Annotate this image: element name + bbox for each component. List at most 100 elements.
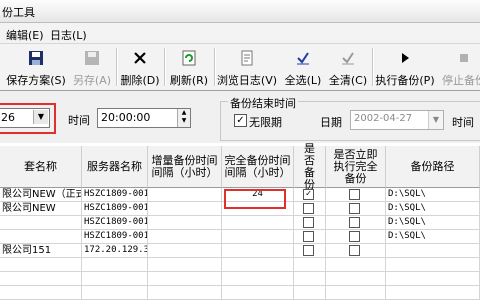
cell-backup[interactable] xyxy=(294,286,326,300)
backup-checkbox[interactable] xyxy=(303,245,314,256)
stop-backup-icon xyxy=(460,54,468,62)
cell-inc[interactable] xyxy=(148,286,222,300)
cell-text-path: D:\SQL\ xyxy=(388,203,426,213)
cell-immediate[interactable] xyxy=(326,202,386,216)
run-backup-label: 执行备份(P) xyxy=(375,74,435,87)
immediate-checkbox[interactable] xyxy=(349,203,360,214)
immediate-checkbox[interactable] xyxy=(349,217,360,228)
cell-immediate[interactable] xyxy=(326,244,386,258)
immediate-checkbox[interactable] xyxy=(349,231,360,242)
cell-text-server: 172.20.129.33 xyxy=(84,245,148,255)
column-header-immediate-full[interactable]: 是否立即执行完全备份 xyxy=(326,146,386,188)
cell-name[interactable] xyxy=(0,272,82,286)
cell-server[interactable]: HSZC1809-0015 xyxy=(82,230,148,244)
column-header-name[interactable]: 套名称 xyxy=(0,146,82,188)
cell-immediate[interactable] xyxy=(326,258,386,272)
cell-server[interactable] xyxy=(82,286,148,300)
save-scheme-button[interactable]: 保存方案(S) xyxy=(2,46,70,88)
immediate-checkbox[interactable] xyxy=(349,189,360,200)
cell-inc[interactable] xyxy=(148,230,222,244)
cell-immediate[interactable] xyxy=(326,286,386,300)
cell-full[interactable] xyxy=(222,286,294,300)
cell-path[interactable]: D:\SQL\ xyxy=(386,216,480,230)
cell-full[interactable] xyxy=(222,244,294,258)
cell-path[interactable] xyxy=(386,272,480,286)
column-header-full-interval[interactable]: 完全备份时间间隔（小时） xyxy=(222,146,294,188)
cell-full[interactable] xyxy=(222,216,294,230)
cell-immediate[interactable] xyxy=(326,230,386,244)
cell-server[interactable]: HSZC1809-0015 xyxy=(82,216,148,230)
backup-checkbox[interactable] xyxy=(303,231,314,242)
cell-server[interactable]: HSZC1809-0015 xyxy=(82,202,148,216)
cell-immediate[interactable] xyxy=(326,216,386,230)
refresh-button[interactable]: 刷新(R) xyxy=(166,46,212,88)
column-header-incremental-interval[interactable]: 增量备份时间间隔（小时） xyxy=(148,146,222,188)
cell-name[interactable]: 限公司NEW（正式 xyxy=(0,188,82,202)
column-header-backup[interactable]: 是否备份 xyxy=(294,142,326,190)
cell-inc[interactable] xyxy=(148,188,222,202)
cell-name[interactable] xyxy=(0,216,82,230)
cell-name[interactable] xyxy=(0,258,82,272)
time-input[interactable]: 20:00:00 ▲ ▼ xyxy=(97,108,191,128)
cell-server[interactable] xyxy=(82,272,148,286)
column-header-server[interactable]: 服务器名称 xyxy=(82,146,148,188)
cell-name[interactable] xyxy=(0,230,82,244)
cell-full[interactable] xyxy=(222,258,294,272)
cell-text-server: HSZC1809-0015 xyxy=(84,189,148,199)
spin-up-icon[interactable]: ▲ xyxy=(178,109,190,117)
cell-path[interactable]: D:\SQL\ xyxy=(386,202,480,216)
cell-immediate[interactable] xyxy=(326,272,386,286)
stop-backup-button[interactable]: 停止备份 xyxy=(436,46,480,88)
cell-full[interactable] xyxy=(222,272,294,286)
clear-all-button[interactable]: 全清(C) xyxy=(326,46,370,88)
cell-inc[interactable] xyxy=(148,244,222,258)
backup-checkbox[interactable] xyxy=(303,217,314,228)
clear-all-label: 全清(C) xyxy=(328,74,368,87)
spin-down-icon[interactable]: ▼ xyxy=(178,117,190,125)
cell-inc[interactable] xyxy=(148,258,222,272)
view-log-button[interactable]: 浏览日志(V) xyxy=(216,46,278,88)
cell-text-server: HSZC1809-0015 xyxy=(84,217,148,227)
time-spinner[interactable]: ▲ ▼ xyxy=(177,109,190,127)
cell-name[interactable] xyxy=(0,286,82,300)
cell-server[interactable]: HSZC1809-0015 xyxy=(82,188,148,202)
cell-name[interactable]: 限公司151 xyxy=(0,244,82,258)
cell-backup[interactable] xyxy=(294,216,326,230)
menu-edit[interactable]: 编辑(E) xyxy=(6,27,44,43)
cell-path[interactable] xyxy=(386,286,480,300)
save-scheme-label: 保存方案(S) xyxy=(6,74,66,87)
column-header-path[interactable]: 备份路径 xyxy=(386,146,480,188)
cell-path[interactable] xyxy=(386,244,480,258)
cell-full[interactable] xyxy=(222,230,294,244)
select-all-button[interactable]: 全选(L) xyxy=(280,46,326,88)
cell-server[interactable]: 172.20.129.33 xyxy=(82,244,148,258)
cell-name[interactable]: 限公司NEW xyxy=(0,202,82,216)
chevron-down-icon[interactable]: ▼ xyxy=(428,111,443,129)
cell-inc[interactable] xyxy=(148,272,222,286)
date-picker[interactable]: 2002-04-27 ▼ xyxy=(350,110,444,130)
cell-immediate[interactable] xyxy=(326,188,386,202)
cell-inc[interactable] xyxy=(148,202,222,216)
save-icon xyxy=(29,51,43,65)
cell-backup[interactable] xyxy=(294,244,326,258)
delete-button[interactable]: 删除(D) xyxy=(118,46,162,88)
cell-backup[interactable] xyxy=(294,202,326,216)
highlight-box xyxy=(0,103,56,134)
cell-backup[interactable] xyxy=(294,230,326,244)
immediate-checkbox[interactable] xyxy=(349,245,360,256)
menu-log[interactable]: 日志(L) xyxy=(50,27,87,43)
backup-checkbox[interactable] xyxy=(303,203,314,214)
select-all-label: 全选(L) xyxy=(284,74,322,87)
backup-checkbox[interactable]: ✓ xyxy=(303,189,314,200)
cell-server[interactable] xyxy=(82,258,148,272)
cell-backup[interactable]: ✓ xyxy=(294,188,326,202)
cell-inc[interactable] xyxy=(148,216,222,230)
run-backup-button[interactable]: 执行备份(P) xyxy=(374,46,436,88)
cell-backup[interactable] xyxy=(294,258,326,272)
unlimited-checkbox[interactable]: ✓ xyxy=(234,114,247,127)
cell-path[interactable]: D:\SQL\ xyxy=(386,188,480,202)
save-as-button[interactable]: 另存(A) xyxy=(70,46,114,88)
cell-path[interactable] xyxy=(386,258,480,272)
cell-path[interactable]: D:\SQL\ xyxy=(386,230,480,244)
cell-backup[interactable] xyxy=(294,272,326,286)
